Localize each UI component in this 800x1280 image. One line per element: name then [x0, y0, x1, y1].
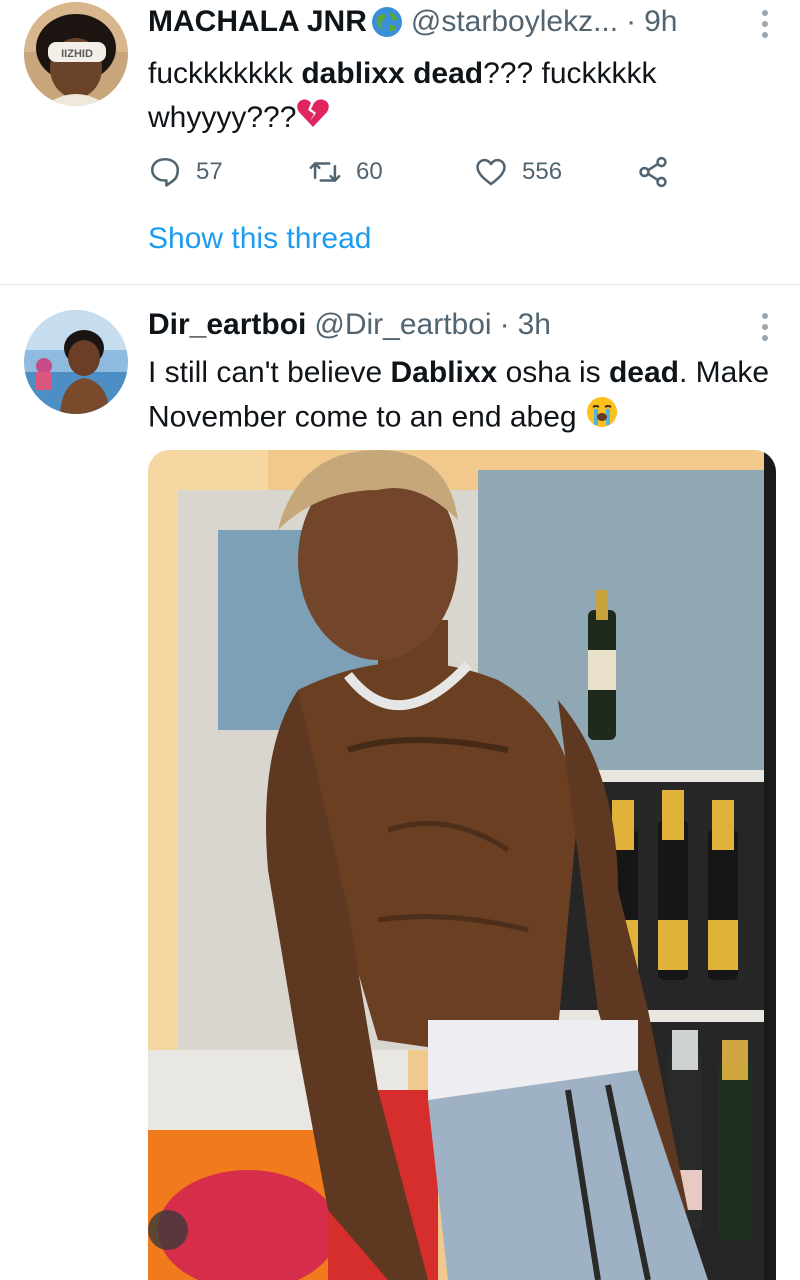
show-thread-link[interactable]: Show this thread: [148, 222, 371, 256]
share-icon: [636, 155, 670, 189]
tweet-image[interactable]: [148, 450, 776, 1280]
globe-earth-icon: [371, 6, 403, 38]
heart-icon: [474, 155, 508, 189]
tweet-text-part: osha is: [497, 356, 609, 389]
tweet-header: MACHALA JNR @starboylekz... · 9h: [148, 2, 677, 42]
tweet-text-bold: dead: [608, 356, 679, 389]
svg-text:IIZHID: IIZHID: [61, 48, 93, 60]
more-options-icon[interactable]: [760, 10, 770, 38]
like-button[interactable]: 556: [474, 150, 562, 194]
avatar[interactable]: IIZHID: [24, 2, 128, 106]
retweet-count: 60: [356, 158, 383, 185]
share-button[interactable]: [636, 150, 670, 194]
tweet-text-part: I still can't believe: [148, 356, 391, 389]
tweet-header: Dir_eartboi @Dir_eartboi · 3h: [148, 305, 551, 345]
like-count: 556: [522, 158, 563, 185]
display-name[interactable]: MACHALA JNR: [148, 5, 367, 39]
tweet-actions: 57 60 556: [148, 150, 688, 194]
handle[interactable]: @Dir_eartboi: [314, 308, 491, 342]
separator-dot: ·: [499, 308, 510, 341]
tweet-text-bold: Dablixx: [390, 356, 498, 389]
tweet-1[interactable]: IIZHID MACHALA JNR @starboylekz... · 9h …: [0, 0, 800, 284]
more-options-icon[interactable]: [760, 313, 770, 341]
tweet-text: fuckkkkkkk dablixx dead??? fuckkkkk whyy…: [148, 52, 788, 142]
reply-count: 57: [196, 158, 223, 185]
avatar[interactable]: [24, 310, 128, 414]
tweet-text: I still can't believe Dablixx osha is de…: [148, 351, 788, 442]
tweet-text-bold: dablixx dead: [301, 57, 484, 90]
separator-dot: ·: [626, 5, 637, 38]
retweet-button[interactable]: 60: [308, 150, 383, 194]
tweet-text-part: fuckkkkkkk: [148, 57, 302, 90]
reply-button[interactable]: 57: [148, 150, 223, 194]
retweet-icon: [308, 155, 342, 189]
handle[interactable]: @starboylekz...: [411, 5, 618, 39]
loudly-crying-face-icon: [585, 395, 619, 442]
display-name[interactable]: Dir_eartboi: [148, 308, 306, 342]
broken-heart-icon: [296, 97, 330, 142]
reply-icon: [148, 155, 182, 189]
timestamp[interactable]: 3h: [518, 308, 551, 342]
timestamp[interactable]: 9h: [644, 5, 677, 39]
